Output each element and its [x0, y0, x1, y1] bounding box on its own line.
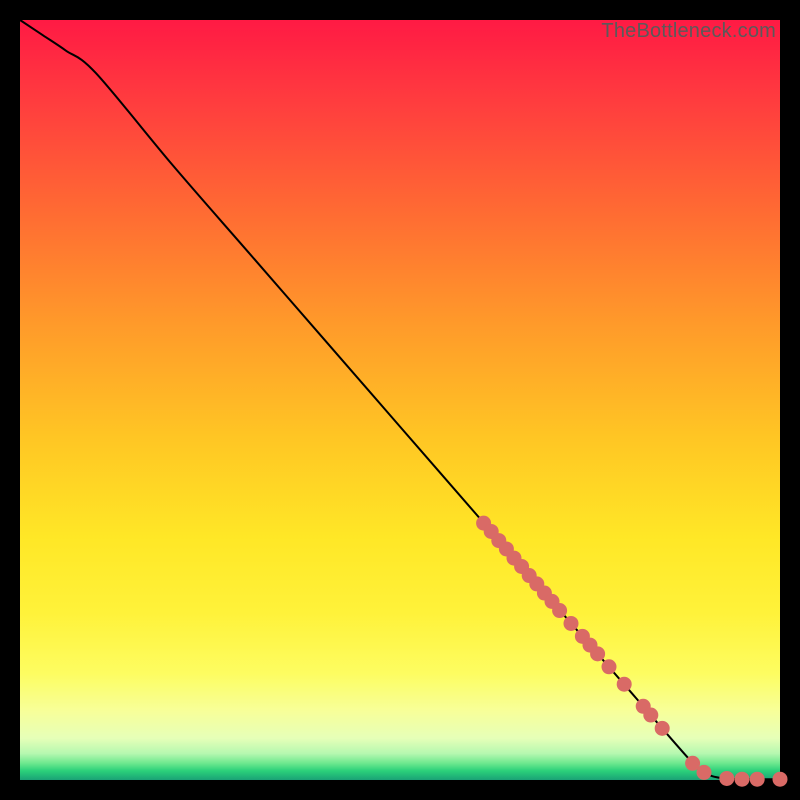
data-marker	[655, 721, 670, 736]
data-curve	[20, 20, 780, 779]
data-marker	[719, 771, 734, 786]
data-marker	[617, 677, 632, 692]
data-marker	[552, 603, 567, 618]
watermark-text: TheBottleneck.com	[601, 20, 776, 43]
data-marker	[602, 659, 617, 674]
data-markers	[476, 516, 787, 787]
data-marker	[643, 708, 658, 723]
chart-frame: TheBottleneck.com	[20, 20, 780, 780]
chart-curve-layer	[20, 20, 780, 780]
data-marker	[735, 772, 750, 787]
data-marker	[750, 772, 765, 787]
data-marker	[773, 772, 788, 787]
data-marker	[697, 765, 712, 780]
data-marker	[564, 616, 579, 631]
data-marker	[590, 646, 605, 661]
